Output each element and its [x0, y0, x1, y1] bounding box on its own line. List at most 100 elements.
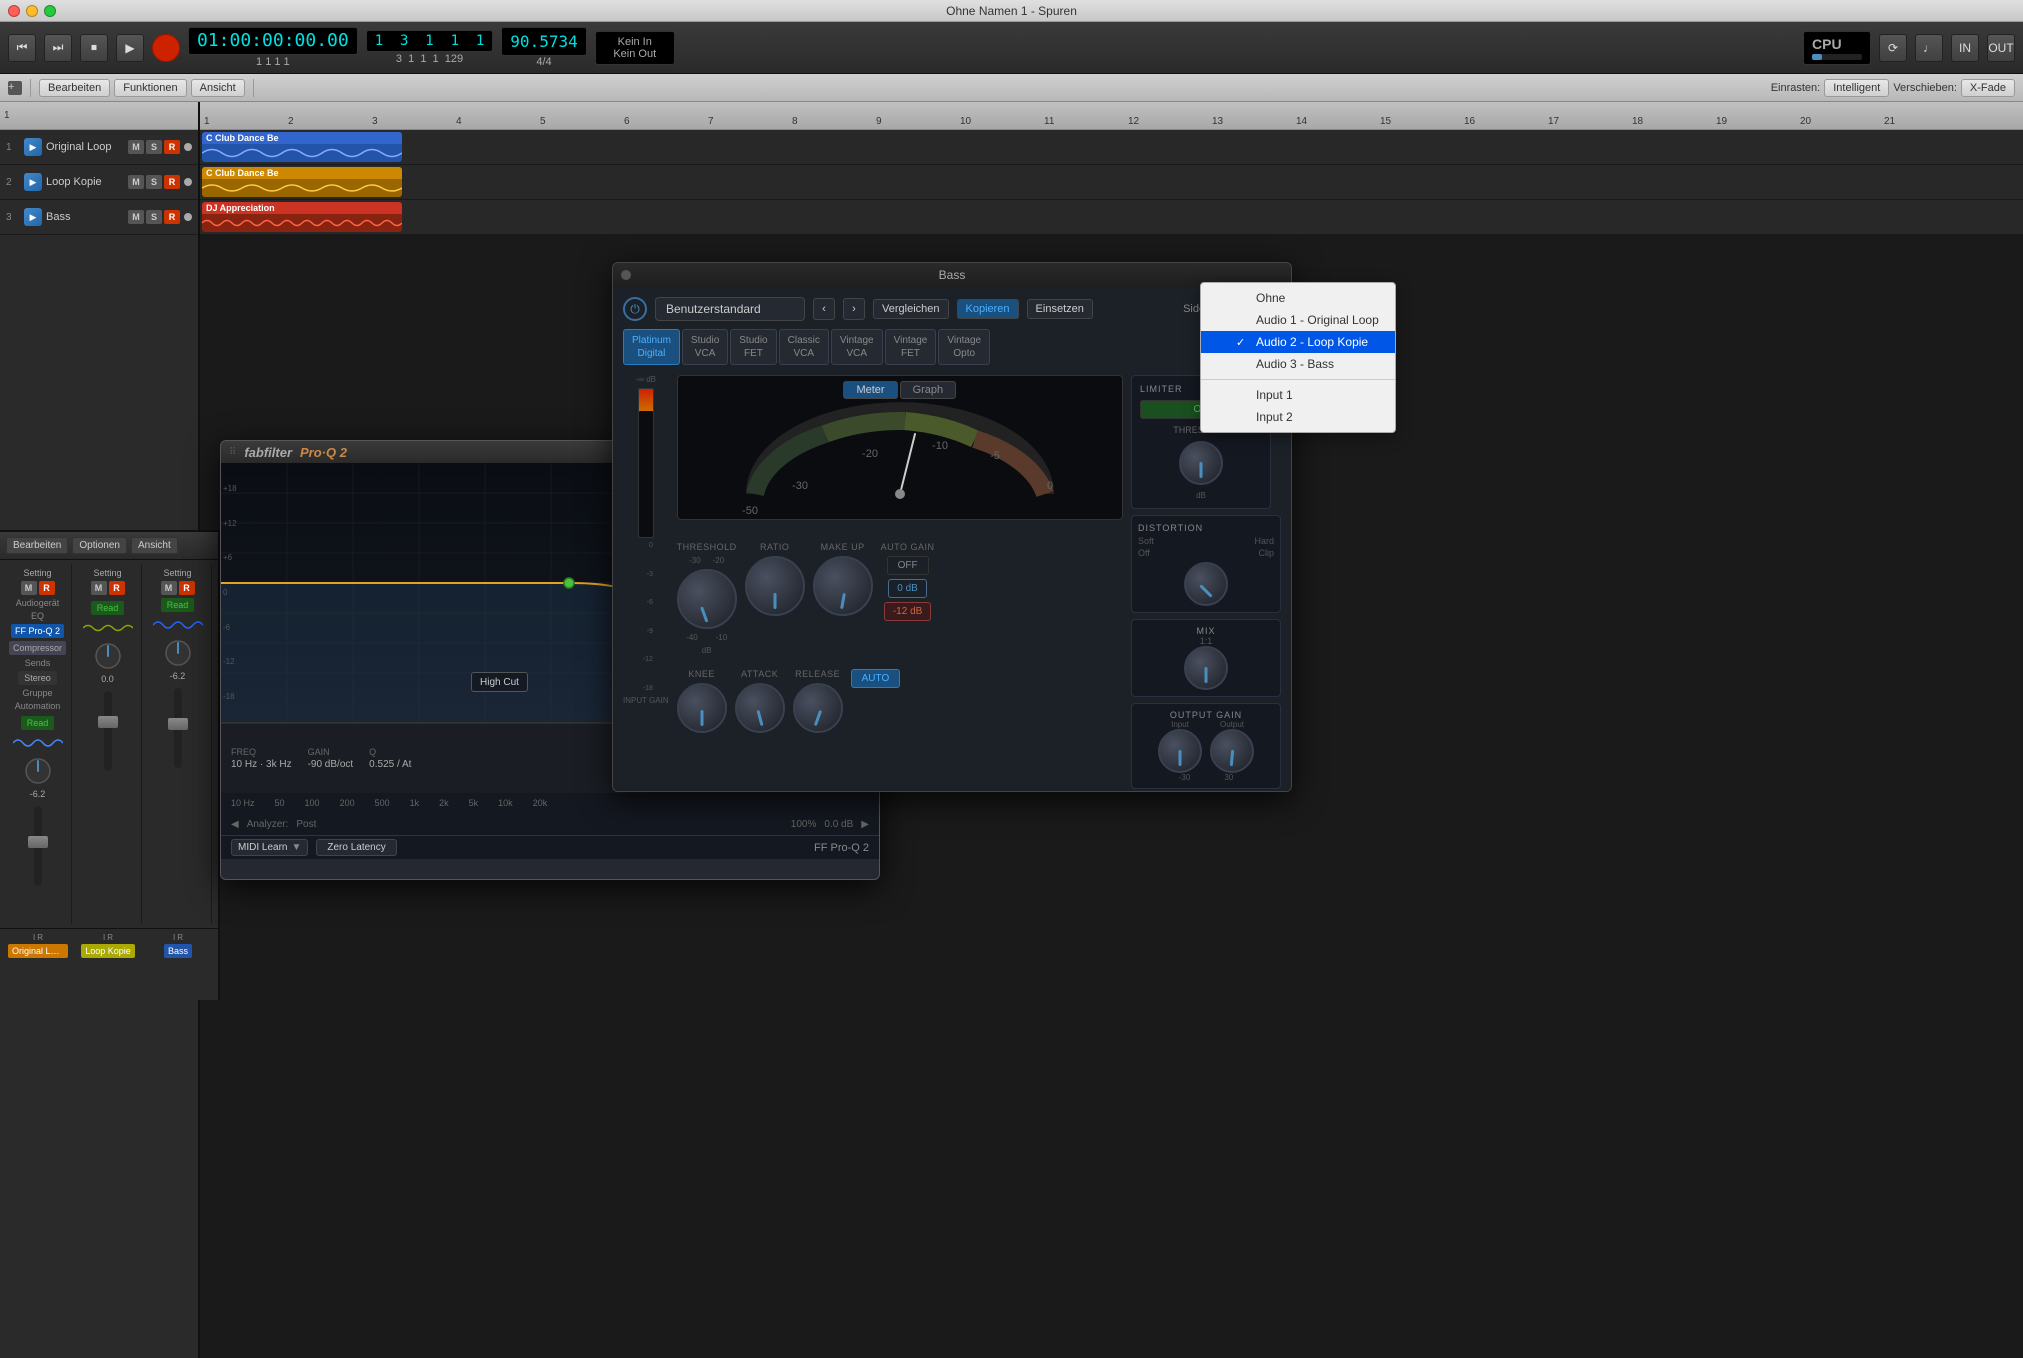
comp-power-btn[interactable]: ⏻ — [623, 297, 647, 321]
auto-btn[interactable]: AUTO — [851, 669, 901, 688]
comp-preset-selector[interactable]: Benutzerstandard — [655, 297, 805, 321]
mix-knob[interactable] — [1184, 646, 1228, 690]
model-studio-vca[interactable]: StudioVCA — [682, 329, 728, 365]
solo-btn-1[interactable]: S — [146, 140, 162, 154]
model-buttons: PlatinumDigital StudioVCA StudioFET Clas… — [623, 329, 1281, 365]
tempo-display[interactable]: 90.5734 — [501, 27, 586, 56]
bearbeiten-menu[interactable]: Bearbeiten — [39, 79, 110, 97]
zero-latency-btn[interactable]: Zero Latency — [316, 839, 396, 856]
comp-compare-btn[interactable]: Vergleichen — [873, 299, 949, 319]
ch3-auto-btn[interactable]: Read — [161, 598, 195, 612]
midi-learn-btn[interactable]: MIDI Learn ▼ — [231, 839, 308, 856]
ansicht-menu[interactable]: Ansicht — [191, 79, 245, 97]
ch1-mute[interactable]: M — [21, 581, 37, 595]
lim-threshold-knob[interactable] — [1179, 441, 1223, 485]
ch1-auto-btn[interactable]: Read — [21, 716, 55, 730]
dropdown-item-input1[interactable]: Input 1 — [1201, 384, 1395, 406]
ch1-record[interactable]: R — [39, 581, 55, 595]
output-gain-input-knob[interactable] — [1158, 729, 1202, 773]
ch2-auto-btn[interactable]: Read — [91, 601, 125, 615]
mixer-optionen[interactable]: Optionen — [72, 537, 127, 554]
dropdown-item-audio3[interactable]: Audio 3 - Bass — [1201, 353, 1395, 375]
threshold-knob[interactable] — [677, 569, 737, 629]
dropdown-item-input2[interactable]: Input 2 — [1201, 406, 1395, 428]
ch1-out-btn[interactable]: Stereo — [18, 671, 57, 685]
stop-button[interactable]: ⏹ — [80, 34, 108, 62]
mixer-bearbeiten[interactable]: Bearbeiten — [6, 537, 68, 554]
dropdown-item-audio1[interactable]: Audio 1 - Original Loop — [1201, 309, 1395, 331]
ratio-knob[interactable] — [745, 556, 805, 616]
audio-clip-1[interactable]: C Club Dance Be — [202, 132, 402, 162]
mixer-ansicht[interactable]: Ansicht — [131, 537, 178, 554]
model-studio-fet[interactable]: StudioFET — [730, 329, 776, 365]
ch1-pan-knob[interactable] — [23, 756, 53, 786]
distortion-knob[interactable] — [1184, 562, 1228, 606]
maximize-button[interactable] — [44, 5, 56, 17]
ch1-fx2[interactable]: Compressor — [9, 641, 66, 655]
dropdown-item-audio2[interactable]: ✓ Audio 2 - Loop Kopie — [1201, 331, 1395, 353]
mute-btn-1[interactable]: M — [128, 140, 144, 154]
ch3-fader[interactable] — [174, 688, 182, 768]
track-dot-2 — [184, 178, 192, 186]
ch3-record[interactable]: R — [179, 581, 195, 595]
rewind-button[interactable]: ⏮ — [8, 34, 36, 62]
record-btn-2[interactable]: R — [164, 175, 180, 189]
model-vintage-fet[interactable]: VintageFET — [885, 329, 937, 365]
solo-btn-2[interactable]: S — [146, 175, 162, 189]
model-platinum[interactable]: PlatinumDigital — [623, 329, 680, 365]
ch2-fader[interactable] — [104, 691, 112, 771]
loop-btn[interactable]: ⟳ — [1879, 34, 1907, 62]
graph-tab[interactable]: Graph — [900, 381, 957, 399]
model-vintage-vca[interactable]: VintageVCA — [831, 329, 883, 365]
audio-clip-3[interactable]: DJ Appreciation — [202, 202, 402, 232]
analyzer-nav-right[interactable]: ▶ — [861, 819, 869, 830]
ch1-fader[interactable] — [34, 806, 42, 886]
add-track-icon[interactable]: + — [8, 81, 22, 95]
ch3-mute[interactable]: M — [161, 581, 177, 595]
release-knob[interactable] — [793, 683, 843, 733]
model-vintage-opto[interactable]: VintageOpto — [938, 329, 990, 365]
solo-btn-3[interactable]: S — [146, 210, 162, 224]
meter-tab[interactable]: Meter — [843, 381, 897, 399]
play-button[interactable]: ▶ — [116, 34, 144, 62]
out-btn[interactable]: OUT — [1987, 34, 2015, 62]
time-display[interactable]: 01:00:00:00.00 — [188, 27, 358, 55]
close-button[interactable] — [8, 5, 20, 17]
funktionen-menu[interactable]: Funktionen — [114, 79, 186, 97]
comp-copy-btn[interactable]: Kopieren — [957, 299, 1019, 319]
track-row-3: 3 ▶ Bass M S R — [0, 200, 198, 235]
in-btn[interactable]: IN — [1951, 34, 1979, 62]
dropdown-item-ohne[interactable]: Ohne — [1201, 287, 1395, 309]
zero-db-btn[interactable]: 0 dB — [888, 579, 927, 598]
record-button[interactable] — [152, 34, 180, 62]
mute-btn-2[interactable]: M — [128, 175, 144, 189]
makeup-knob[interactable] — [813, 556, 873, 616]
record-btn-1[interactable]: R — [164, 140, 180, 154]
minimize-button[interactable] — [26, 5, 38, 17]
attack-knob[interactable] — [735, 683, 785, 733]
model-classic-vca[interactable]: ClassicVCA — [779, 329, 829, 365]
ch3-pan-knob[interactable] — [163, 638, 193, 668]
einrasten-value[interactable]: Intelligent — [1824, 79, 1889, 97]
comp-prev-btn[interactable]: ‹ — [813, 298, 835, 320]
comp-next-btn[interactable]: › — [843, 298, 865, 320]
analyzer-nav-left[interactable]: ◀ — [231, 819, 239, 830]
ch2-mute[interactable]: M — [91, 581, 107, 595]
ch2-pan-knob[interactable] — [93, 641, 123, 671]
neg12-btn[interactable]: -12 dB — [884, 602, 931, 621]
output-gain-output-knob[interactable] — [1210, 729, 1254, 773]
comp-close-btn[interactable] — [621, 270, 631, 280]
comp-einsetzen-btn[interactable]: Einsetzen — [1027, 299, 1093, 319]
knee-knob[interactable] — [677, 683, 727, 733]
metro-btn[interactable]: ♩ — [1915, 34, 1943, 62]
meter-tabs: Meter Graph — [843, 381, 956, 399]
mute-btn-3[interactable]: M — [128, 210, 144, 224]
record-btn-3[interactable]: R — [164, 210, 180, 224]
fast-forward-button[interactable]: ⏭ — [44, 34, 72, 62]
ch2-record[interactable]: R — [109, 581, 125, 595]
off-btn[interactable]: OFF — [887, 556, 929, 575]
proq2-freq-group: FREQ 10 Hz · 3k Hz — [231, 747, 292, 770]
ch1-fx[interactable]: FF Pro-Q 2 — [11, 624, 64, 638]
verschieben-value[interactable]: X-Fade — [1961, 79, 2015, 97]
audio-clip-2[interactable]: C Club Dance Be — [202, 167, 402, 197]
